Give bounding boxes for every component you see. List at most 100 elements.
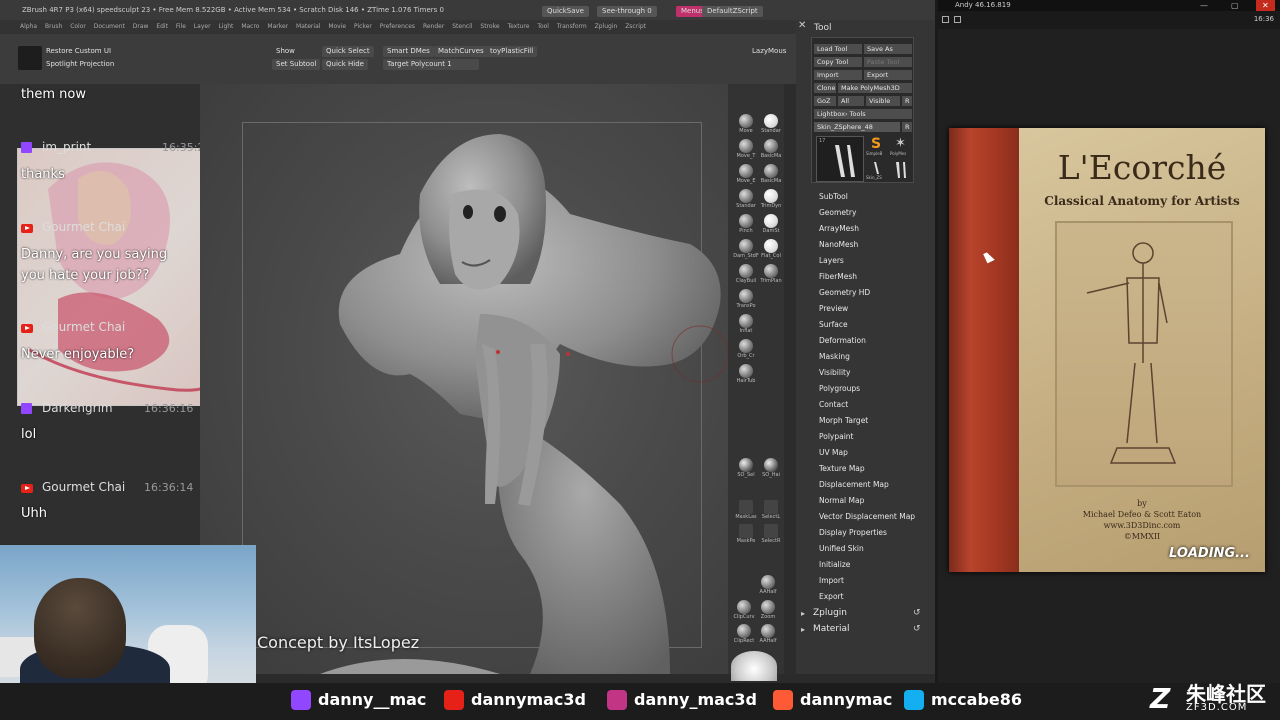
tool-subpalette-item[interactable]: Export — [819, 592, 844, 601]
social-link-artstation[interactable]: mccabe86 — [904, 690, 1074, 710]
set-subtool-button[interactable]: Set Subtool — [272, 59, 321, 70]
tool-subpalette-item[interactable]: Deformation — [819, 336, 866, 345]
window-icon[interactable] — [954, 16, 961, 23]
tool-subpalette-item[interactable]: Preview — [819, 304, 848, 313]
brush-slot[interactable]: Standar — [758, 114, 784, 138]
simple-brush-thumbnail[interactable]: S SimpleB — [866, 136, 888, 158]
tool-subpalette-item[interactable]: Layers — [819, 256, 844, 265]
smart-dmes-button[interactable]: Smart DMes — [383, 46, 434, 57]
clone-button[interactable]: Clone — [814, 83, 836, 93]
window-icon[interactable] — [942, 16, 949, 23]
tool-subpalette-item[interactable]: Contact — [819, 400, 848, 409]
close-icon[interactable]: ✕ — [1256, 0, 1275, 11]
tool-thumbnail-extra[interactable] — [890, 160, 912, 182]
current-tool-slider[interactable]: Skin_ZSphere_48 — [814, 122, 900, 132]
show-button[interactable]: Show — [272, 46, 299, 57]
tool-subpalette-item[interactable]: ArrayMesh — [819, 224, 859, 233]
tool-subpalette-item[interactable]: Geometry — [819, 208, 856, 217]
current-tool-r-button[interactable]: R — [902, 122, 912, 132]
tool-subpalette-item[interactable]: Texture Map — [819, 464, 865, 473]
brush-slot[interactable]: ClipRect — [731, 624, 757, 648]
brush-slot[interactable]: TrimDyn — [758, 189, 784, 213]
tool-subpalette-item[interactable]: Polypaint — [819, 432, 854, 441]
zbrush-viewport[interactable] — [200, 84, 728, 674]
brush-slot[interactable]: TransPo — [733, 289, 759, 313]
tool-subpalette-item[interactable]: FiberMesh — [819, 272, 857, 281]
tool-subpalette-item[interactable]: Unified Skin — [819, 544, 864, 553]
tool-subpalette-item[interactable]: Initialize — [819, 560, 850, 569]
tool-thumbnail-main[interactable]: 17 — [816, 136, 864, 182]
mermaid-sculpt[interactable] — [200, 84, 728, 674]
tool-subpalette-item[interactable]: Polygroups — [819, 384, 860, 393]
default-zscript-button[interactable]: DefaultZScript — [702, 6, 763, 17]
tool-subpalette-item[interactable]: UV Map — [819, 448, 848, 457]
tool-subpalette-item[interactable]: SubTool — [819, 192, 848, 201]
goz-all-button[interactable]: All — [838, 96, 864, 106]
make-polymesh-button[interactable]: Make PolyMesh3D — [838, 83, 912, 93]
brush-slot[interactable]: Move_T — [733, 139, 759, 163]
target-polycount-slider[interactable]: Target Polycount 1 — [383, 59, 479, 70]
social-link-twitch[interactable]: danny__mac — [291, 690, 461, 710]
tool-subpalette-item[interactable]: Displacement Map — [819, 480, 889, 489]
brush-slot[interactable]: SO_Hai — [758, 458, 784, 482]
skin-zsphere-thumbnail[interactable]: Skin_ZS — [866, 160, 888, 182]
export-button[interactable]: Export — [864, 70, 912, 80]
polymesh-thumbnail[interactable]: ✶ PolyMes — [890, 136, 912, 158]
brush-slot[interactable]: MaskPe — [733, 524, 759, 548]
brush-slot[interactable]: MaskLas — [733, 500, 759, 524]
material-sphere[interactable] — [731, 651, 777, 681]
quicksave-button[interactable]: QuickSave — [542, 6, 589, 17]
close-icon[interactable]: ✕ — [798, 20, 806, 31]
restore-custom-ui-button[interactable]: Restore Custom UI — [42, 46, 116, 57]
toy-plastic-fill-button[interactable]: toyPlasticFill — [486, 46, 538, 57]
brush-slot[interactable]: Inflat — [733, 314, 759, 338]
brush-slot[interactable]: SO_Sel — [733, 458, 759, 482]
maximize-icon[interactable]: ▢ — [1231, 0, 1239, 11]
tool-subpalette-item[interactable]: NanoMesh — [819, 240, 858, 249]
zbrush-menu-bar[interactable]: Alpha Brush Color Document Draw Edit Fil… — [0, 20, 800, 34]
brush-slot[interactable]: Standar — [733, 189, 759, 213]
load-tool-button[interactable]: Load Tool — [814, 44, 862, 54]
brush-slot[interactable]: HairTub — [733, 364, 759, 388]
tool-subpalette-item[interactable]: Vector Displacement Map — [819, 512, 915, 521]
brush-slot[interactable]: AAHalf — [755, 624, 781, 648]
brush-slot[interactable]: ClayBuil — [733, 264, 759, 288]
social-link-instagram[interactable]: danny_mac3d — [607, 690, 777, 710]
reset-icon[interactable]: ↺ — [913, 624, 921, 634]
tool-subpalette-item[interactable]: Display Properties — [819, 528, 887, 537]
brush-slot[interactable]: Orb_Cr — [733, 339, 759, 363]
tool-subpalette-item[interactable]: Masking — [819, 352, 850, 361]
quick-select-button[interactable]: Quick Select — [322, 46, 374, 57]
match-curves-button[interactable]: MatchCurves — [434, 46, 488, 57]
quick-hide-button[interactable]: Quick Hide — [322, 59, 368, 70]
lightbox-tools-button[interactable]: Lightbox› Tools — [814, 109, 912, 119]
material-palette[interactable]: Material — [813, 624, 850, 634]
tool-subpalette-item[interactable]: Geometry HD — [819, 288, 870, 297]
goz-button[interactable]: GoZ — [814, 96, 836, 106]
brush-slot[interactable]: AAHalf — [755, 575, 781, 599]
import-button[interactable]: Import — [814, 70, 862, 80]
goz-visible-button[interactable]: Visible — [866, 96, 900, 106]
brush-preview-icon[interactable] — [18, 46, 42, 70]
paste-tool-button[interactable]: Paste Tool — [864, 57, 912, 67]
brush-slot[interactable]: Dam_StdF — [733, 239, 759, 263]
minimize-icon[interactable]: — — [1200, 0, 1208, 11]
lazy-mouse-button[interactable]: LazyMous — [748, 46, 791, 57]
brush-slot[interactable]: Move — [733, 114, 759, 138]
zplugin-palette[interactable]: Zplugin — [813, 608, 847, 618]
tool-subpalette-item[interactable]: Normal Map — [819, 496, 864, 505]
tool-subpalette-item[interactable]: Visibility — [819, 368, 850, 377]
brush-slot[interactable]: SelectL — [758, 500, 784, 524]
reset-icon[interactable]: ↺ — [913, 608, 921, 618]
spotlight-projection-button[interactable]: Spotlight Projection — [42, 59, 119, 70]
tool-subpalette-item[interactable]: Morph Target — [819, 416, 868, 425]
social-link-youtube[interactable]: dannymac3d — [444, 690, 614, 710]
brush-slot[interactable]: Zoom — [755, 600, 781, 624]
save-as-button[interactable]: Save As — [864, 44, 912, 54]
brush-slot[interactable]: Pinch — [733, 214, 759, 238]
tool-subpalette-item[interactable]: Import — [819, 576, 844, 585]
brush-slot[interactable]: Move_E — [733, 164, 759, 188]
brush-slot[interactable]: ClipCurv — [731, 600, 757, 624]
brush-slot[interactable]: BasicMa — [758, 139, 784, 163]
goz-r-button[interactable]: R — [902, 96, 912, 106]
